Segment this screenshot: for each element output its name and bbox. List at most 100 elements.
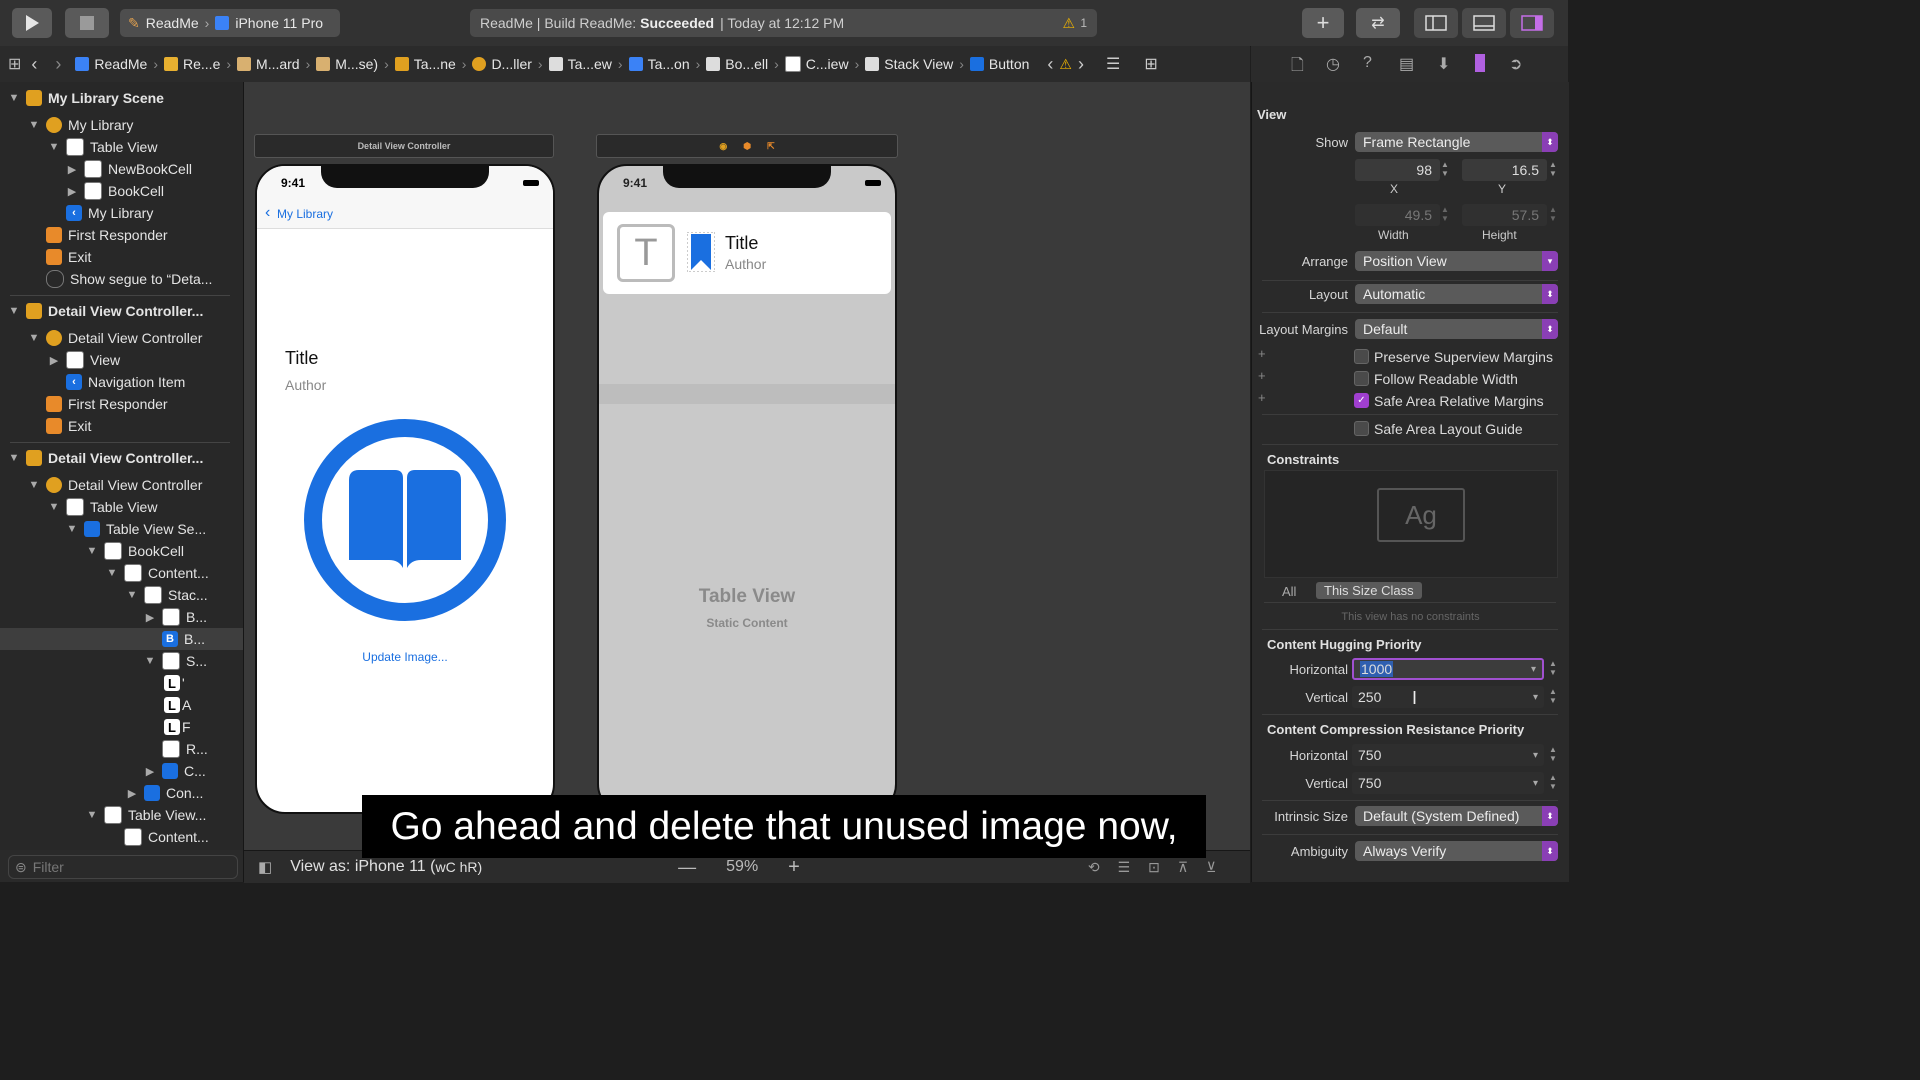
library-button[interactable]: +	[1302, 8, 1344, 38]
update-image-button[interactable]: Update Image...	[257, 650, 553, 664]
scheme-selector[interactable]: ✎ ReadMe › iPhone 11 Pro	[120, 9, 340, 37]
outline-item[interactable]: R...	[144, 738, 208, 760]
outline-item[interactable]: First Responder	[28, 393, 168, 415]
outline-item[interactable]: ▶ Con...	[126, 782, 203, 804]
help-icon[interactable]: ?	[1363, 54, 1372, 72]
tab-all[interactable]: All	[1282, 584, 1296, 599]
comp-vertical-field[interactable]: 750 ▾	[1352, 772, 1544, 794]
tab-this-size-class[interactable]: This Size Class	[1316, 582, 1422, 599]
attributes-icon[interactable]: ⬇	[1437, 54, 1450, 74]
outline-item[interactable]: ▼ S...	[144, 650, 207, 672]
outline-item[interactable]: ▼ Table View	[48, 136, 157, 158]
outline-item[interactable]: LF	[164, 716, 191, 738]
toggle-navigator-button[interactable]	[1414, 8, 1458, 38]
layout-popup[interactable]: Automatic ⬍	[1355, 284, 1558, 304]
author-label[interactable]: Author	[285, 377, 326, 393]
book-cell[interactable]: T Title Author	[603, 212, 891, 294]
outline-item[interactable]: First Responder	[28, 224, 168, 246]
identity-icon[interactable]: ▤	[1399, 54, 1414, 74]
outline-item[interactable]: ▼ Table View...	[86, 804, 206, 826]
width-field[interactable]: 49.5	[1355, 204, 1440, 226]
plus-icon[interactable]: +	[1258, 346, 1266, 361]
plus-icon[interactable]: +	[1258, 368, 1266, 383]
outline-item[interactable]: ▶ C...	[144, 760, 206, 782]
outline-item[interactable]: ▼ My Library	[28, 114, 133, 136]
back-chevron-icon[interactable]: ‹	[265, 204, 270, 222]
editor-options-icon[interactable]: ☰	[1106, 54, 1120, 74]
x-stepper[interactable]: ▲ ▼	[1440, 160, 1450, 180]
back-button[interactable]: My Library	[277, 207, 333, 221]
interface-builder-canvas[interactable]: Detail View Controller ◉ ⬢ ⇱ 9:41 ‹ My L…	[244, 82, 1250, 850]
hug-vertical-field[interactable]: 250 ▾	[1352, 686, 1544, 708]
grid-icon[interactable]: ⊞	[8, 54, 21, 74]
add-constraints-icon[interactable]: ⊡	[1148, 859, 1160, 876]
outline-item[interactable]: ▼ Content...	[106, 562, 209, 584]
breadcrumb-item[interactable]: Re...e	[164, 56, 220, 72]
show-popup[interactable]: Frame Rectangle ⬍	[1355, 132, 1558, 152]
breadcrumb-item[interactable]: Ta...on	[628, 56, 690, 72]
breadcrumb-item[interactable]: Ta...ne	[394, 56, 456, 72]
cell-author-label[interactable]: Author	[725, 256, 766, 272]
outline-item[interactable]: ▼ Table View Se...	[66, 518, 206, 540]
outline-item[interactable]: Content...	[106, 826, 209, 848]
outline-item[interactable]: ‹ My Library	[48, 202, 153, 224]
warning-icon[interactable]: ⚠	[1062, 15, 1075, 32]
outline-item[interactable]: Exit	[28, 415, 91, 437]
prev-issue-icon[interactable]: ‹	[1047, 54, 1053, 75]
hug-horizontal-stepper[interactable]: ▲ ▼	[1548, 659, 1558, 679]
back-arrow-icon[interactable]: ‹	[31, 54, 37, 75]
outline-item[interactable]: Show segue to “Deta...	[28, 268, 212, 290]
connections-icon[interactable]: ➲	[1509, 54, 1522, 74]
breadcrumb-item[interactable]: Stack View	[865, 56, 953, 72]
outline-item-selected[interactable]: B B...	[0, 628, 243, 650]
outline-item[interactable]: ▶ BookCell	[66, 180, 164, 202]
history-icon[interactable]: ◷	[1326, 54, 1340, 74]
outline-item[interactable]: Exit	[28, 246, 91, 268]
y-stepper[interactable]: ▲ ▼	[1548, 160, 1558, 180]
cover-placeholder[interactable]: T	[617, 224, 675, 282]
layout-margins-popup[interactable]: Default ⬍	[1355, 319, 1558, 339]
file-inspector-icon[interactable]: 🗋	[1291, 54, 1304, 81]
scene-header-icons[interactable]: ◉ ⬢ ⇱	[596, 134, 898, 158]
table-view-phone[interactable]: 9:41 T Title Author Table View Static Co…	[597, 164, 897, 814]
outline-item[interactable]: ▼ Detail View Controller...	[8, 300, 203, 322]
filter-field[interactable]: ⊜ Filter	[8, 855, 238, 879]
code-review-button[interactable]: ⇄	[1356, 8, 1400, 38]
breadcrumb-item[interactable]: ReadMe	[75, 56, 147, 72]
view-as-label[interactable]: View as: iPhone 11 (	[290, 858, 435, 876]
embed-in-icon[interactable]: ⊻	[1206, 859, 1216, 876]
outline-item[interactable]: ▼ My Library Scene	[8, 87, 164, 109]
preserve-margins-checkbox[interactable]	[1354, 349, 1369, 364]
outline-item[interactable]: ‹ Navigation Item	[48, 371, 185, 393]
comp-horizontal-stepper[interactable]: ▲ ▼	[1548, 745, 1558, 765]
outline-item[interactable]: ▼ BookCell	[86, 540, 184, 562]
outline-toggle-icon[interactable]: ◧	[258, 858, 272, 876]
x-field[interactable]: 98	[1355, 159, 1440, 181]
breadcrumb-item[interactable]: Ta...ew	[548, 56, 612, 72]
comp-horizontal-field[interactable]: 750 ▾	[1352, 744, 1544, 766]
next-issue-icon[interactable]: ›	[1078, 54, 1084, 75]
zoom-out-icon[interactable]: —	[678, 857, 696, 878]
outline-item[interactable]: ▶ NewBookCell	[66, 158, 192, 180]
breadcrumb-item[interactable]: Button	[969, 56, 1029, 72]
stop-button[interactable]	[65, 8, 109, 38]
breadcrumb-item[interactable]: Bo...ell	[706, 56, 768, 72]
toggle-debug-button[interactable]	[1462, 8, 1506, 38]
breadcrumb-item[interactable]: M...ard	[237, 56, 300, 72]
hug-vertical-stepper[interactable]: ▲ ▼	[1548, 687, 1558, 707]
outline-item[interactable]: ▼ Detail View Controller	[28, 474, 202, 496]
add-editor-icon[interactable]: ⊞	[1144, 54, 1157, 74]
resolve-issues-icon[interactable]: ⊼	[1178, 859, 1188, 876]
run-button[interactable]	[12, 8, 52, 38]
outline-item[interactable]: ▶ View	[48, 349, 120, 371]
bookmark-icon[interactable]	[687, 232, 715, 272]
outline-item[interactable]: ▼ Detail View Controller	[28, 327, 202, 349]
outline-item[interactable]: L '	[164, 672, 185, 694]
size-class-label[interactable]: wC hR)	[435, 859, 482, 875]
readable-width-checkbox[interactable]	[1354, 371, 1369, 386]
book-icon[interactable]	[303, 418, 507, 622]
breadcrumb-item[interactable]: D...ller	[472, 56, 532, 72]
arrange-popup[interactable]: Position View ▾	[1355, 251, 1558, 271]
forward-arrow-icon[interactable]: ›	[55, 54, 61, 75]
height-stepper[interactable]: ▲ ▼	[1548, 205, 1558, 225]
